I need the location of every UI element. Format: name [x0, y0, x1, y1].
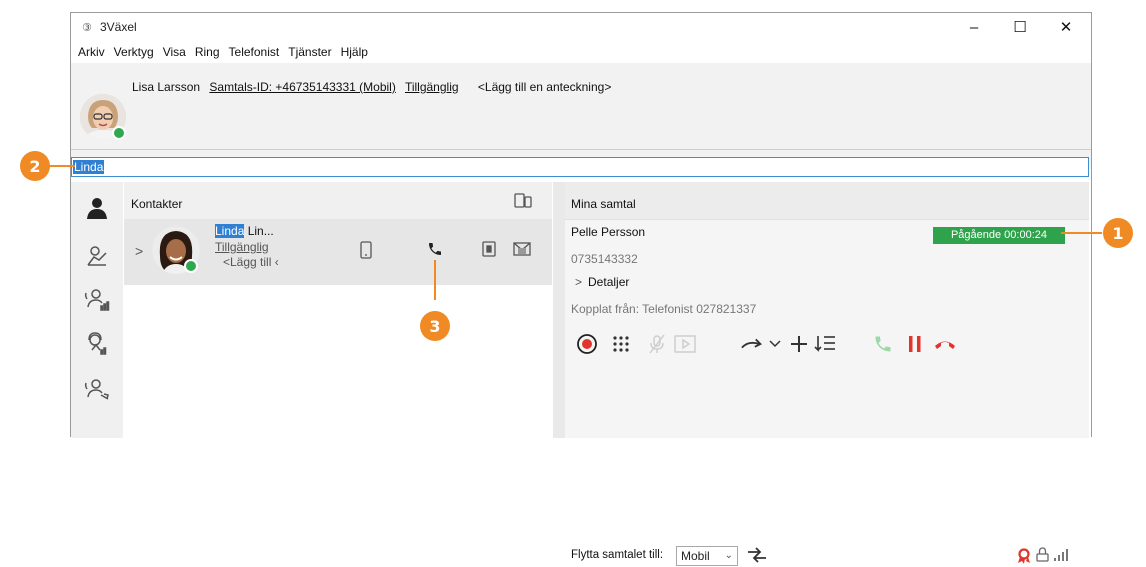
move-call-select[interactable]: Mobil ⌄	[676, 546, 738, 566]
callout-3: 3	[420, 311, 450, 341]
move-call-select-value: Mobil	[681, 549, 710, 563]
callout-lines	[49, 165, 1102, 300]
callout-2: 2	[20, 151, 50, 181]
select-chevron-icon: ⌄	[724, 550, 733, 561]
move-call-label: Flytta samtalet till:	[571, 549, 664, 561]
award-icon	[1017, 548, 1031, 567]
callout-1: 1	[1103, 218, 1133, 248]
lock-icon	[1036, 547, 1049, 565]
swap-call-icon[interactable]	[745, 543, 769, 567]
signal-strength-icon	[1054, 549, 1068, 564]
